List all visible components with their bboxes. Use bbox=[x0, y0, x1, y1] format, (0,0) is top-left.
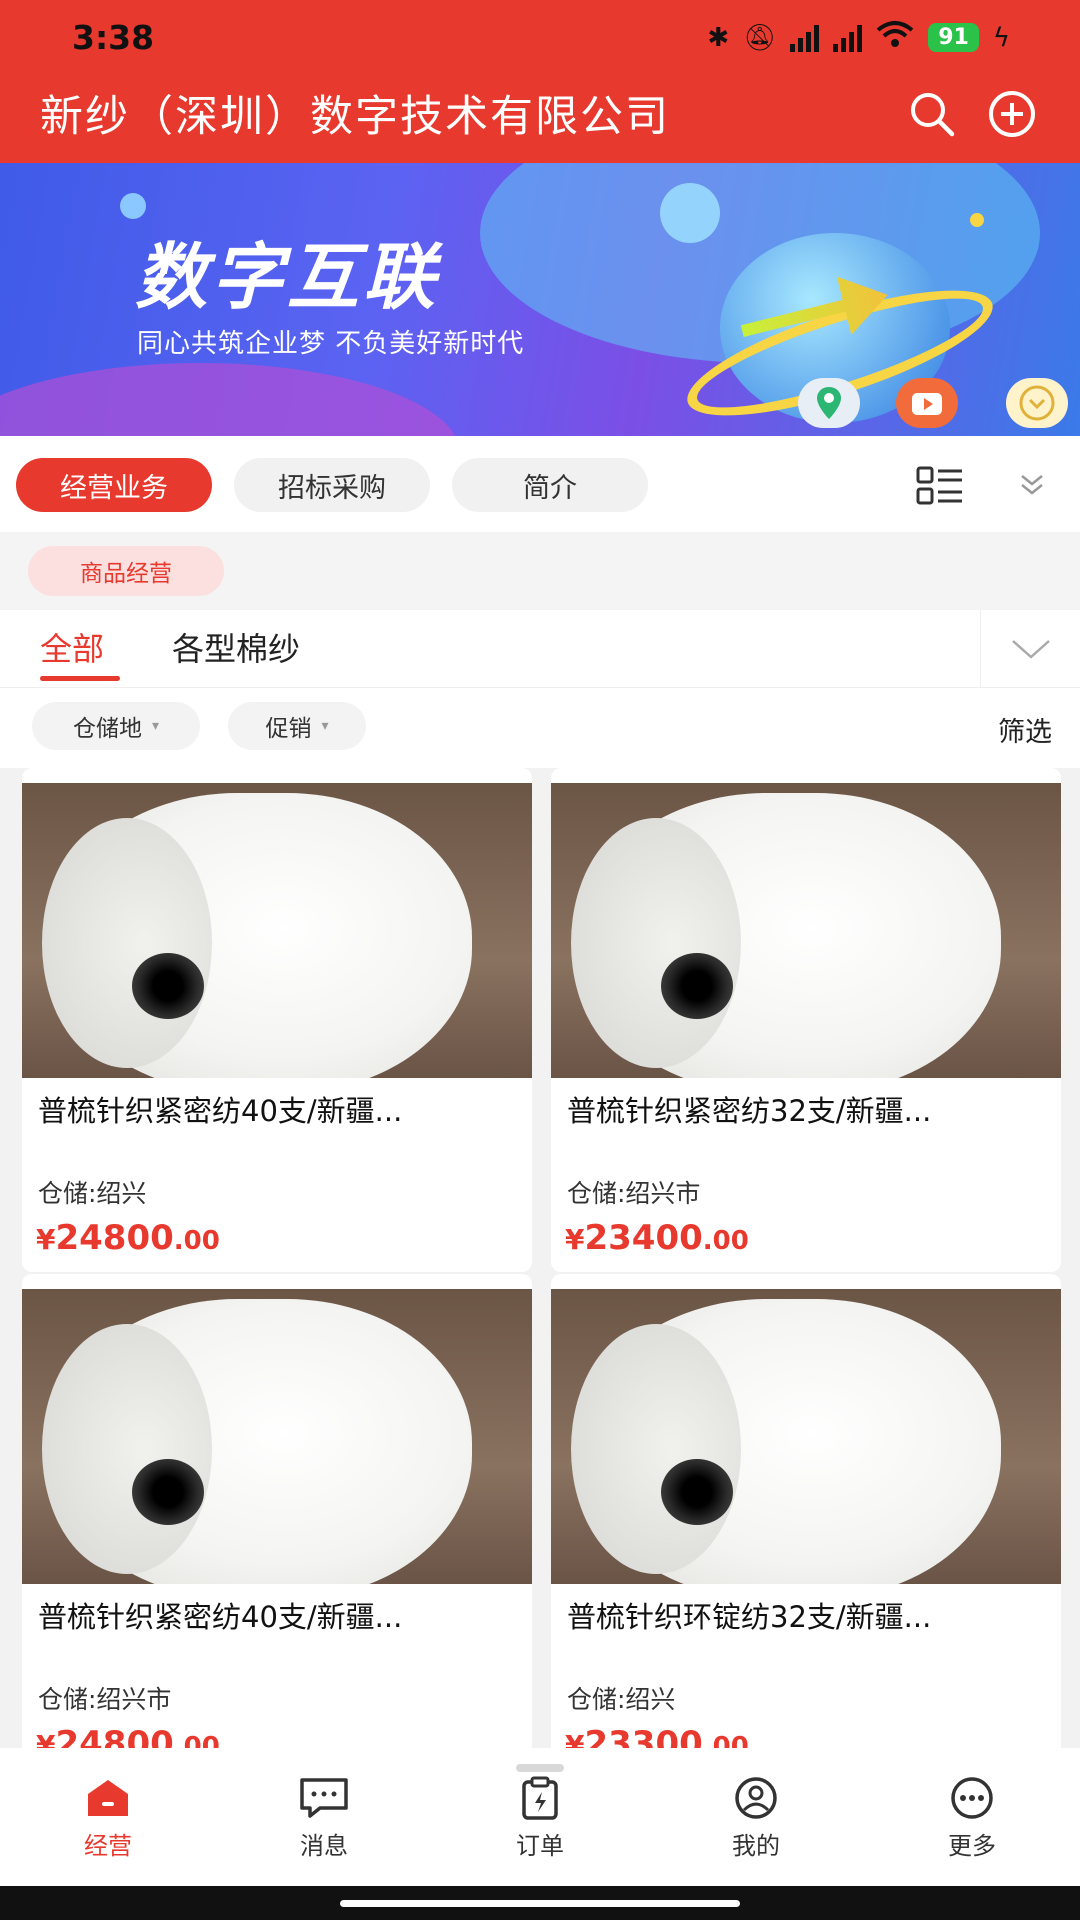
caret-down-icon: ▾ bbox=[151, 718, 160, 734]
status-bar: 3:38 ✱ 🔕︎ 91 ϟ bbox=[0, 0, 1080, 78]
home-indicator[interactable] bbox=[340, 1900, 740, 1907]
gesture-bar bbox=[0, 1886, 1080, 1920]
add-button[interactable] bbox=[986, 88, 1038, 140]
product-image bbox=[551, 783, 1061, 1078]
sub-tab-goods[interactable]: 商品经营 bbox=[28, 546, 224, 596]
tab-intro[interactable]: 简介 bbox=[452, 458, 648, 512]
nav-label: 更多 bbox=[948, 1832, 996, 1860]
business-tab-bar: 经营业务 招标采购 简介 bbox=[0, 436, 1080, 532]
product-price: ¥24800.00 bbox=[36, 1724, 220, 1748]
product-price: ¥24800.00 bbox=[36, 1218, 220, 1258]
product-storage: 仓储:绍兴 bbox=[567, 1685, 676, 1714]
filter-bar: 仓储地 ▾ 促销 ▾ 筛选 bbox=[0, 688, 1080, 768]
message-icon bbox=[300, 1778, 348, 1818]
caret-down-icon: ▾ bbox=[321, 718, 329, 734]
category-tab-cotton-yarn[interactable]: 各型棉纱 bbox=[172, 624, 300, 670]
product-card[interactable]: 普梳针织紧密纺40支/新疆... 仓储:绍兴 ¥24800.00 bbox=[22, 768, 532, 1272]
wifi-icon bbox=[876, 20, 914, 55]
nav-orders[interactable]: 订单 bbox=[480, 1776, 600, 1861]
category-tab-bar: 全部 各型棉纱 bbox=[0, 610, 1080, 688]
product-name: 普梳针织环锭纺32支/新疆... bbox=[567, 1600, 932, 1634]
status-icons: ✱ 🔕︎ 91 ϟ bbox=[707, 20, 1010, 55]
chevron-down-circle-icon bbox=[1019, 385, 1055, 421]
map-pin-icon bbox=[817, 387, 841, 419]
screen-filter-button[interactable]: 筛选 bbox=[998, 710, 1052, 749]
banner-decor bbox=[0, 363, 460, 436]
nav-label: 我的 bbox=[732, 1832, 780, 1860]
chevron-down-circle-button[interactable] bbox=[1006, 378, 1068, 428]
drag-handle[interactable] bbox=[516, 1764, 564, 1772]
list-view-icon[interactable] bbox=[916, 466, 964, 506]
nav-label: 订单 bbox=[516, 1832, 564, 1860]
nav-label: 消息 bbox=[300, 1832, 348, 1860]
product-image bbox=[22, 1289, 532, 1584]
product-storage: 仓储:绍兴 bbox=[38, 1179, 147, 1208]
category-tab-all[interactable]: 全部 bbox=[40, 624, 104, 670]
status-time: 3:38 bbox=[72, 18, 155, 57]
product-image bbox=[551, 1289, 1061, 1584]
double-chevron-down-icon[interactable] bbox=[1018, 472, 1046, 498]
tab-business[interactable]: 经营业务 bbox=[16, 458, 212, 512]
search-button[interactable] bbox=[906, 88, 958, 140]
product-grid: 普梳针织紧密纺40支/新疆... 仓储:绍兴 ¥24800.00 普梳针织紧密纺… bbox=[0, 768, 1080, 1748]
product-storage: 仓储:绍兴市 bbox=[38, 1685, 172, 1714]
tab-bidding[interactable]: 招标采购 bbox=[234, 458, 430, 512]
mute-icon: 🔕︎ bbox=[743, 22, 777, 53]
product-name: 普梳针织紧密纺40支/新疆... bbox=[38, 1094, 403, 1128]
banner-title: 数字互联 bbox=[135, 235, 440, 319]
app-header: 3:38 ✱ 🔕︎ 91 ϟ 新纱（深圳）数字技术有限公司 bbox=[0, 0, 1080, 163]
product-image bbox=[22, 783, 532, 1078]
clipboard-icon bbox=[522, 1776, 558, 1820]
nav-business[interactable]: 经营 bbox=[48, 1776, 168, 1861]
signal-5g-2-icon bbox=[833, 24, 863, 52]
filter-promo[interactable]: 促销 ▾ bbox=[228, 702, 366, 750]
battery-level: 91 bbox=[928, 23, 979, 52]
product-card[interactable]: 普梳针织环锭纺32支/新疆... 仓储:绍兴 ¥23300.00 bbox=[551, 1274, 1061, 1748]
company-title: 新纱（深圳）数字技术有限公司 bbox=[40, 92, 670, 142]
chevron-down-icon bbox=[1011, 640, 1050, 659]
nav-profile[interactable]: 我的 bbox=[696, 1776, 816, 1861]
filter-storage[interactable]: 仓储地 ▾ bbox=[32, 702, 200, 750]
signal-5g-1-icon bbox=[790, 24, 820, 52]
charging-icon: ϟ bbox=[992, 22, 1010, 53]
product-name: 普梳针织紧密纺32支/新疆... bbox=[567, 1094, 932, 1128]
video-icon bbox=[912, 393, 942, 415]
banner-decor bbox=[660, 183, 720, 243]
nav-label: 经营 bbox=[84, 1832, 132, 1860]
banner-decor bbox=[120, 193, 146, 219]
map-location-button[interactable] bbox=[798, 378, 860, 428]
more-icon bbox=[951, 1777, 993, 1819]
product-card[interactable]: 普梳针织紧密纺40支/新疆... 仓储:绍兴市 ¥24800.00 bbox=[22, 1274, 532, 1748]
filter-promo-label: 促销 bbox=[265, 716, 312, 742]
product-name: 普梳针织紧密纺40支/新疆... bbox=[38, 1600, 403, 1634]
product-storage: 仓储:绍兴市 bbox=[567, 1179, 701, 1208]
product-price: ¥23300.00 bbox=[565, 1724, 749, 1748]
bluetooth-icon: ✱ bbox=[707, 22, 730, 53]
filter-storage-label: 仓储地 bbox=[72, 716, 142, 742]
banner-subtitle: 同心共筑企业梦 不负美好新时代 bbox=[137, 329, 525, 359]
sub-tab-bar: 商品经营 bbox=[0, 532, 1080, 610]
home-icon bbox=[88, 1780, 128, 1816]
user-icon bbox=[735, 1777, 777, 1819]
plus-circle-icon bbox=[989, 91, 1035, 137]
product-price: ¥23400.00 bbox=[565, 1218, 749, 1258]
search-icon bbox=[911, 93, 955, 137]
nav-messages[interactable]: 消息 bbox=[264, 1776, 384, 1861]
category-expand-button[interactable] bbox=[980, 610, 1080, 688]
nav-more[interactable]: 更多 bbox=[912, 1776, 1032, 1861]
video-button[interactable] bbox=[896, 378, 958, 428]
product-card[interactable]: 普梳针织紧密纺32支/新疆... 仓储:绍兴市 ¥23400.00 bbox=[551, 768, 1061, 1272]
banner-decor bbox=[970, 213, 984, 227]
active-tab-indicator bbox=[40, 676, 120, 681]
